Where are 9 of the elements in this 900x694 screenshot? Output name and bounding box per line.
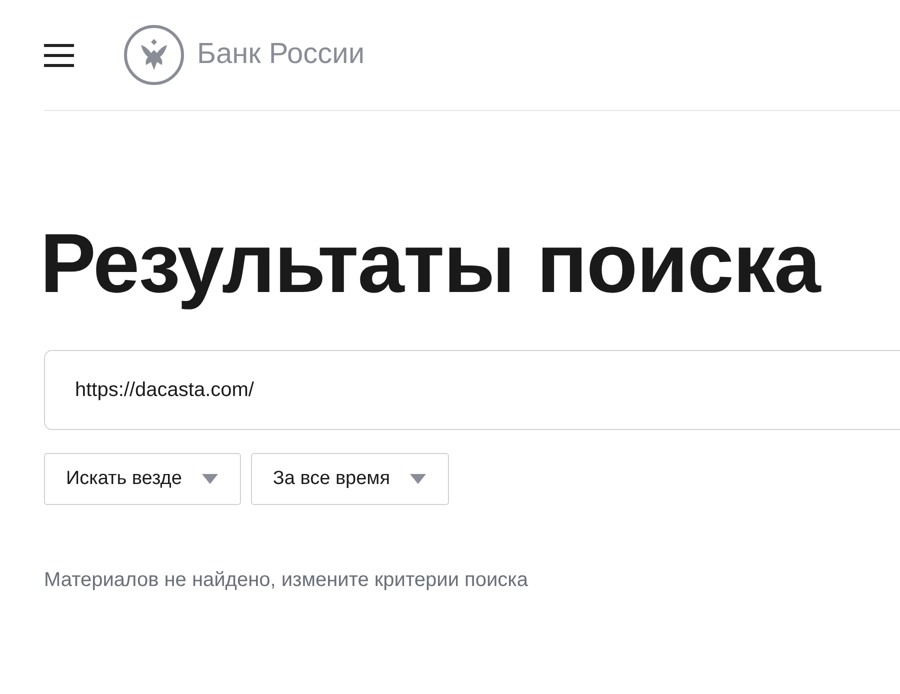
page-title: Результаты поиска: [40, 215, 822, 312]
filter-dropdown[interactable]: Искать везде: [44, 453, 241, 505]
filter-dropdown[interactable]: За все время: [250, 453, 450, 505]
logo-icon: [124, 25, 184, 85]
caret-icon: [410, 474, 426, 484]
caret-icon: [202, 474, 218, 484]
logo-text: Банк России: [197, 37, 365, 72]
search-field[interactable]: https://dacasta.com/: [44, 350, 900, 430]
no-results-message: Материалов не найдено, измените критерии поиска: [44, 568, 529, 593]
